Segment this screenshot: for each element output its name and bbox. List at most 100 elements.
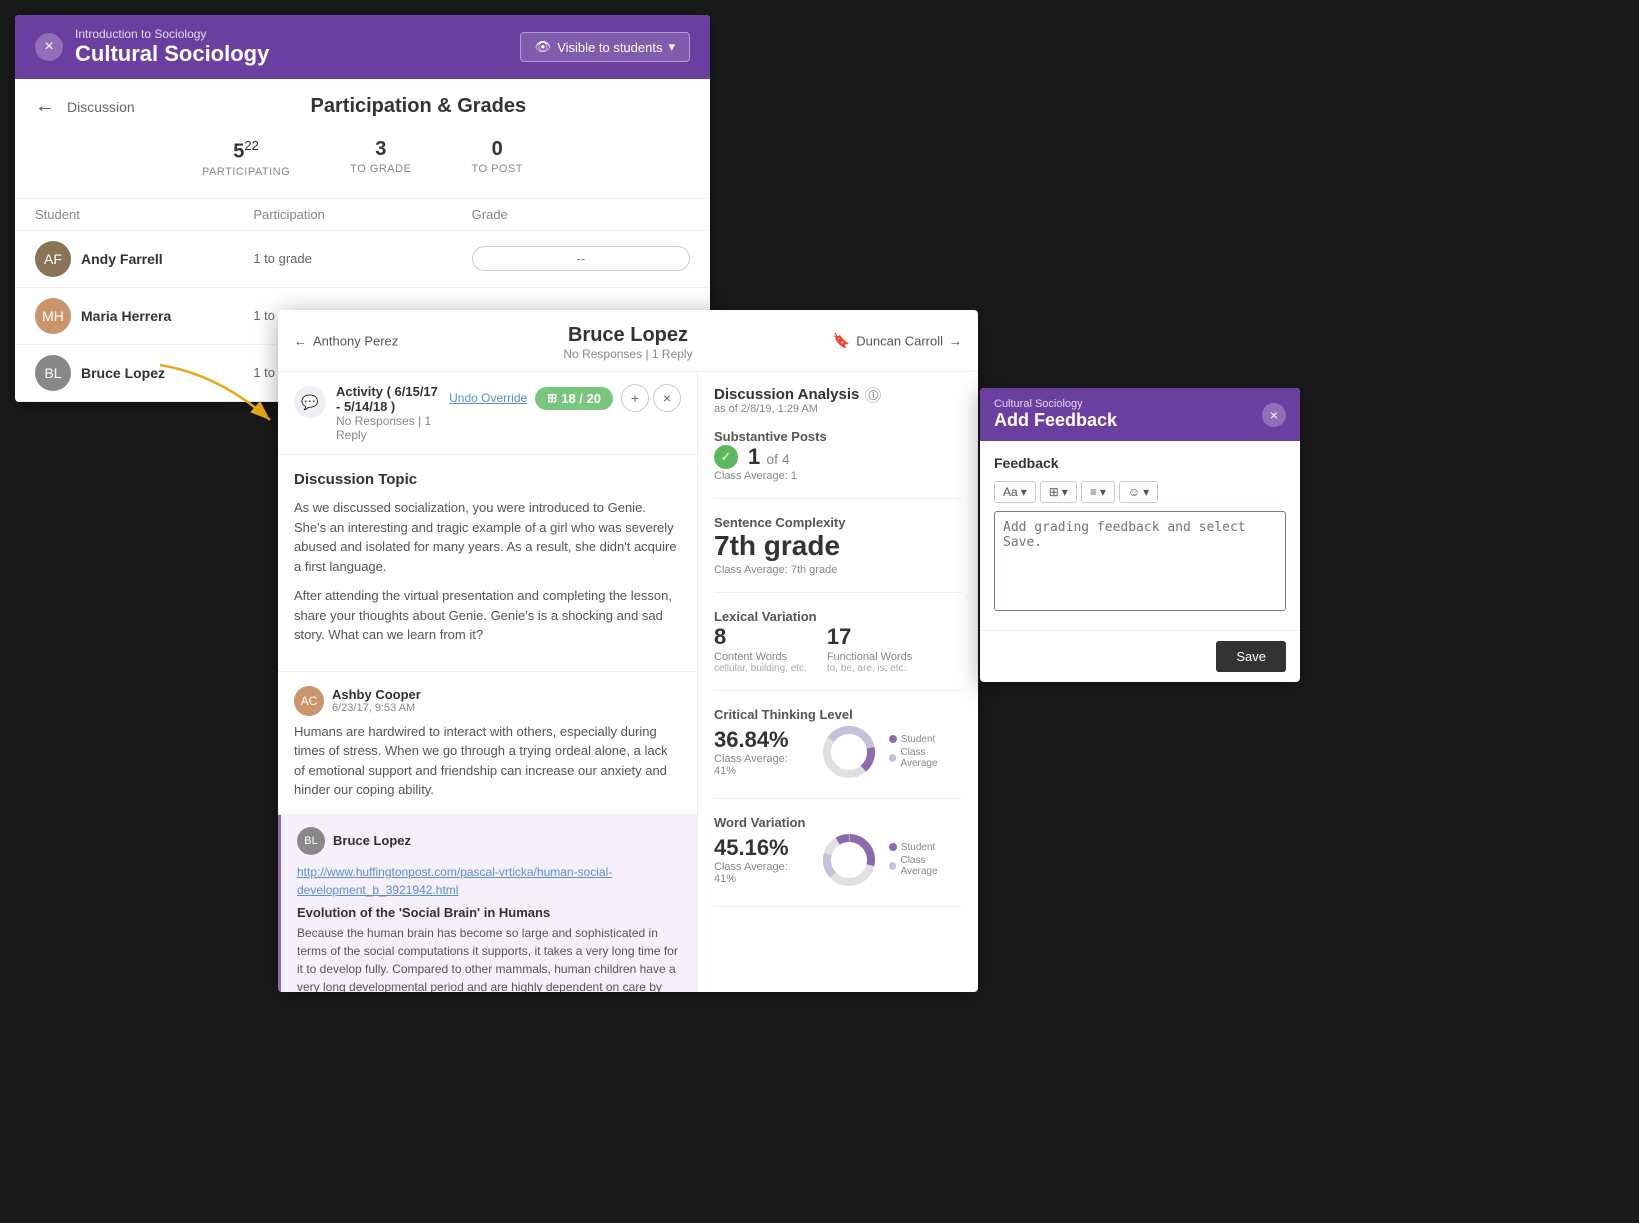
detail-student-subtitle: No Responses | 1 Reply — [294, 347, 962, 361]
next-student-button[interactable]: 🔖 Duncan Carroll → — [833, 332, 962, 349]
font-size-button[interactable]: Aa ▾ — [994, 481, 1036, 503]
comment-author-name: Ashby Cooper — [332, 687, 421, 702]
content-words-item: 8 Content Words cellular, building, etc. — [714, 624, 807, 674]
detail-panel: ← Anthony Perez Bruce Lopez No Responses… — [278, 310, 978, 992]
word-variation-value-area: 45.16% Class Average: 41% — [714, 835, 809, 885]
class-avg-dot-wv — [889, 862, 897, 870]
feedback-textarea[interactable] — [994, 511, 1286, 611]
main-panel-title-area: Introduction to Sociology Cultural Socio… — [63, 27, 520, 67]
feedback-label: Feedback — [994, 455, 1286, 471]
feedback-body: Feedback Aa ▾ ⊞ ▾ ≡ ▾ ☺ ▾ — [980, 441, 1300, 630]
main-panel-close-button[interactable]: × — [35, 33, 63, 61]
word-variation-label: Word Variation — [714, 815, 962, 830]
to-grade-number: 3 — [350, 138, 411, 161]
discussion-nav: ← Discussion Participation & Grades — [15, 79, 710, 118]
add-feedback-button[interactable]: + — [621, 384, 649, 412]
student-name-bruce: Bruce Lopez — [81, 365, 165, 381]
lexical-label: Lexical Variation — [714, 609, 962, 624]
prev-student-button[interactable]: ← Anthony Perez — [294, 333, 398, 348]
bruce-article-title: Evolution of the 'Social Brain' in Human… — [297, 905, 681, 920]
grade-action-buttons: + × — [621, 384, 681, 412]
info-icon[interactable]: ⓘ — [865, 387, 881, 403]
sentence-complexity-label: Sentence Complexity — [714, 515, 962, 530]
course-title: Cultural Sociology — [75, 41, 520, 67]
lexical-row: 8 Content Words cellular, building, etc.… — [714, 624, 962, 674]
bookmark-icon: 🔖 — [833, 332, 850, 349]
lexical-variation-metric: Lexical Variation 8 Content Words cellul… — [714, 609, 962, 691]
feedback-panel: Cultural Sociology Add Feedback × Feedba… — [980, 388, 1300, 682]
to-post-number: 0 — [471, 138, 523, 161]
content-words-num: 8 — [714, 624, 807, 650]
feedback-header: Cultural Sociology Add Feedback × — [980, 388, 1300, 441]
critical-thinking-metric: Critical Thinking Level 36.84% Class Ave… — [714, 707, 962, 799]
class-avg-legend: Class Average — [889, 747, 962, 769]
student-row-andy[interactable]: AF Andy Farrell 1 to grade -- — [15, 231, 710, 288]
content-words-sub: cellular, building, etc. — [714, 663, 807, 674]
substantive-posts-label: Substantive Posts — [714, 429, 962, 444]
word-variation-legend: Student Class Average — [889, 842, 962, 879]
feedback-toolbar: Aa ▾ ⊞ ▾ ≡ ▾ ☺ ▾ — [994, 481, 1286, 503]
content-words-label: Content Words — [714, 651, 807, 663]
grade-button-andy[interactable]: -- — [472, 246, 690, 271]
course-parent-label: Introduction to Sociology — [75, 27, 520, 41]
right-pane-analysis: Discussion Analysis ⓘ as of 2/8/19, 1:29… — [698, 372, 978, 992]
more-options-button[interactable]: × — [653, 384, 681, 412]
to-post-label: TO POST — [471, 163, 523, 175]
student-dot-wv — [889, 843, 897, 851]
substantive-posts-value-row: ✓ 1 of 4 — [714, 444, 962, 470]
student-legend: Student — [889, 734, 962, 745]
emoji-button[interactable]: ☺ ▾ — [1119, 481, 1158, 503]
student-cell-maria: MH Maria Herrera — [35, 298, 253, 334]
critical-thinking-pct: 36.84% — [714, 727, 809, 753]
left-arrow-icon: ← — [294, 333, 307, 348]
participating-stat: 522 PARTICIPATING — [202, 138, 290, 178]
comment-author-info: Ashby Cooper 6/23/17, 9:53 AM — [332, 687, 421, 714]
bruce-article-text: Because the human brain has become so la… — [297, 924, 681, 993]
substantive-posts-avg: Class Average: 1 — [714, 470, 962, 482]
student-cell-bruce: BL Bruce Lopez — [35, 355, 253, 391]
col-participation: Participation — [253, 207, 471, 222]
check-circle-icon: ✓ — [714, 445, 738, 469]
grid-icon: ⊞ — [547, 391, 557, 405]
back-arrow-icon[interactable]: ← — [35, 95, 55, 118]
visible-to-students-button[interactable]: 👁 Visible to students ▾ — [520, 32, 690, 62]
insert-button[interactable]: ⊞ ▾ — [1040, 481, 1077, 503]
undo-override-link[interactable]: Undo Override — [449, 391, 527, 405]
analysis-date: as of 2/8/19, 1:29 AM — [714, 403, 962, 415]
save-button[interactable]: Save — [1216, 641, 1286, 672]
to-grade-label: TO GRADE — [350, 163, 411, 175]
chevron-down-icon-emoji: ▾ — [1143, 485, 1149, 499]
bruce-article-link[interactable]: http://www.huffingtonpost.com/pascal-vrt… — [297, 865, 612, 897]
student-dot — [889, 735, 897, 743]
word-variation-donut-row: 45.16% Class Average: 41% Stude — [714, 830, 962, 890]
topic-paragraph-2: After attending the virtual presentation… — [294, 586, 681, 645]
sentence-complexity-value: 7th grade — [714, 530, 962, 562]
stats-row: 522 PARTICIPATING 3 TO GRADE 0 TO POST — [15, 118, 710, 199]
donut-legend: Student Class Average — [889, 734, 962, 771]
chevron-down-icon-align: ▾ — [1100, 485, 1106, 499]
chevron-down-icon-insert: ▾ — [1062, 485, 1068, 499]
bruce-comment-author: Bruce Lopez — [333, 833, 411, 848]
feedback-footer: Save — [980, 630, 1300, 682]
col-grade: Grade — [472, 207, 690, 222]
functional-words-label: Functional Words — [827, 651, 912, 663]
bruce-comment-header: BL Bruce Lopez — [297, 827, 681, 855]
align-button[interactable]: ≡ ▾ — [1081, 481, 1115, 503]
word-variation-metric: Word Variation 45.16% Class Average: 41% — [714, 815, 962, 907]
chevron-down-icon-font: ▾ — [1021, 485, 1027, 499]
discussion-label: Discussion — [67, 99, 135, 115]
topic-title: Discussion Topic — [294, 471, 681, 488]
class-avg-dot — [889, 754, 897, 762]
right-arrow-icon: → — [949, 333, 962, 348]
avatar-ashby: AC — [294, 686, 324, 716]
participating-label: PARTICIPATING — [202, 166, 290, 178]
feedback-close-button[interactable]: × — [1262, 403, 1286, 427]
comment-text: Humans are hardwired to interact with ot… — [294, 722, 681, 800]
substantive-posts-metric: Substantive Posts ✓ 1 of 4 Class Average… — [714, 429, 962, 499]
word-variation-avg: Class Average: 41% — [714, 861, 809, 885]
analysis-title: Discussion Analysis ⓘ — [714, 386, 962, 403]
avatar-bruce: BL — [35, 355, 71, 391]
critical-thinking-value-area: 36.84% Class Average: 41% — [714, 727, 809, 777]
sentence-complexity-avg: Class Average: 7th grade — [714, 564, 962, 576]
functional-words-sub: to, be, are, is, etc. — [827, 663, 912, 674]
